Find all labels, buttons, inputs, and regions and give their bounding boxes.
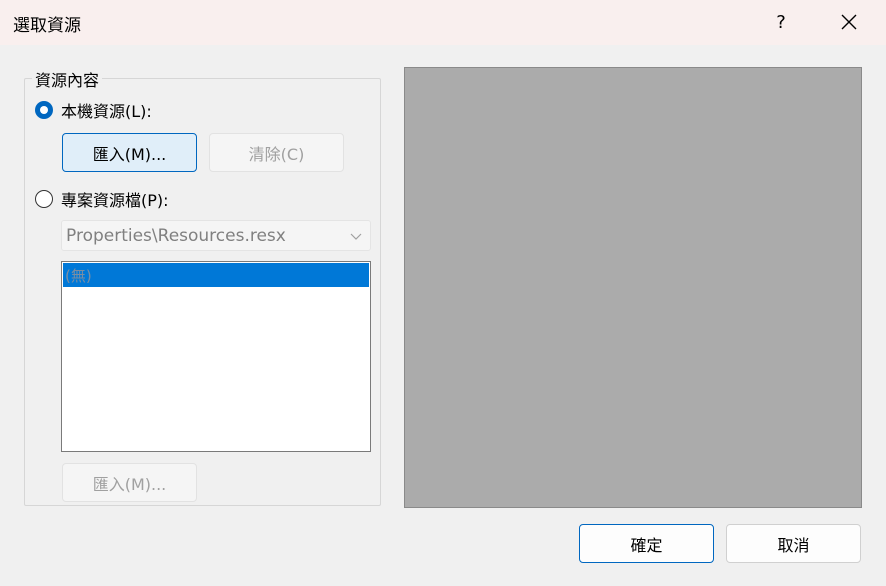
list-item[interactable]: (無) xyxy=(63,263,369,287)
radio-checked-icon xyxy=(35,101,53,119)
close-icon xyxy=(841,14,857,30)
clear-label: 清除(C) xyxy=(248,144,305,164)
import-local-button[interactable]: 匯入(M)... xyxy=(62,133,197,172)
resource-file-select[interactable]: Properties\Resources.resx xyxy=(61,220,371,251)
local-resource-label: 本機資源(L): xyxy=(61,102,152,121)
local-resource-radio[interactable]: 本機資源(L): xyxy=(35,98,152,122)
radio-unchecked-icon xyxy=(35,190,53,208)
chevron-down-icon xyxy=(350,233,362,240)
project-resource-radio[interactable]: 專案資源檔(P): xyxy=(35,187,169,211)
resource-file-value: Properties\Resources.resx xyxy=(66,225,286,246)
clear-button[interactable]: 清除(C) xyxy=(209,133,344,172)
help-button[interactable]: ? xyxy=(766,6,796,38)
ok-button[interactable]: 確定 xyxy=(579,524,714,563)
import-local-label: 匯入(M)... xyxy=(92,144,167,164)
window-title: 選取資源 xyxy=(13,16,81,36)
project-resource-label: 專案資源檔(P): xyxy=(61,191,169,210)
ok-label: 確定 xyxy=(630,535,663,555)
title-bar: 選取資源 ? xyxy=(0,0,886,45)
list-item-label: (無) xyxy=(65,266,92,285)
group-label: 資源內容 xyxy=(32,67,103,91)
resource-list[interactable]: (無) xyxy=(61,261,371,452)
import-project-label: 匯入(M)... xyxy=(92,474,167,494)
cancel-button[interactable]: 取消 xyxy=(726,524,861,563)
cancel-label: 取消 xyxy=(777,535,810,555)
help-icon: ? xyxy=(776,11,786,33)
close-button[interactable] xyxy=(832,6,866,38)
resource-preview xyxy=(404,67,862,508)
import-project-button[interactable]: 匯入(M)... xyxy=(62,463,197,502)
